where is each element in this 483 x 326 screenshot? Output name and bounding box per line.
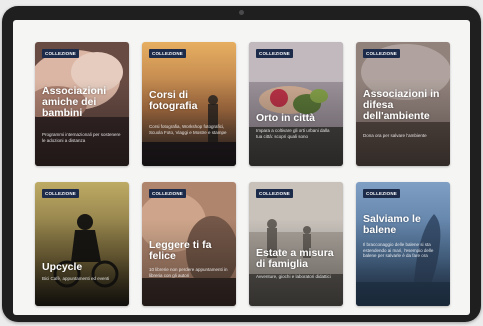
- card-description: Programmi internazionali per sostenere l…: [42, 132, 121, 143]
- camera-dot: [239, 10, 244, 15]
- tablet-frame: COLLEZIONE Associazioni amiche dei bambi…: [2, 6, 481, 322]
- collection-card-associazioni-ambiente[interactable]: COLLEZIONE Associazioni in difesa dell'a…: [356, 42, 450, 166]
- card-description: 10 librerie non perdere appuntamenti in …: [149, 267, 228, 278]
- card-title: Leggere ti fa felice: [149, 239, 212, 262]
- collection-card-leggere[interactable]: COLLEZIONE Leggere ti fa felice 10 libre…: [142, 182, 236, 306]
- collection-badge: COLLEZIONE: [256, 189, 293, 198]
- card-description: Dona ora per salvare l'ambiente: [363, 133, 427, 138]
- card-description: Avventure, giochi e laboratori didattici: [256, 274, 331, 279]
- collection-badge: COLLEZIONE: [363, 189, 400, 198]
- collection-card-salviamo-balene[interactable]: COLLEZIONE Salviamo le balene Il braccon…: [356, 182, 450, 306]
- collection-badge: COLLEZIONE: [149, 49, 186, 58]
- card-title: Salviamo le balene: [363, 213, 421, 236]
- collection-badge: COLLEZIONE: [149, 189, 186, 198]
- collection-badge: COLLEZIONE: [363, 49, 400, 58]
- card-overlay: [35, 182, 129, 306]
- collection-card-upcycle[interactable]: COLLEZIONE Upcycle Bici Cafè, appuntamen…: [35, 182, 129, 306]
- card-title: Orto in città: [256, 112, 315, 124]
- card-description: Impara a coltivare gli orti urbani dalla…: [256, 128, 330, 139]
- collection-card-orto-citta[interactable]: COLLEZIONE Orto in città Impara a coltiv…: [249, 42, 343, 166]
- collection-badge: COLLEZIONE: [42, 189, 79, 198]
- card-description: Bici Cafè, appuntamenti ed eventi: [42, 276, 110, 281]
- collection-card-associazioni-bambini[interactable]: COLLEZIONE Associazioni amiche dei bambi…: [35, 42, 129, 166]
- card-title: Estate a misura di famiglia: [256, 247, 334, 270]
- collections-grid: COLLEZIONE Associazioni amiche dei bambi…: [35, 42, 450, 306]
- collection-card-estate-famiglia[interactable]: COLLEZIONE Estate a misura di famiglia A…: [249, 182, 343, 306]
- card-description: Corsi fotografia, Workshop fotografici, …: [149, 124, 227, 135]
- card-title: Corsi di fotografia: [149, 89, 198, 112]
- screen: COLLEZIONE Associazioni amiche dei bambi…: [13, 20, 470, 315]
- card-title: Associazioni amiche dei bambini: [42, 85, 107, 119]
- collection-badge: COLLEZIONE: [256, 49, 293, 58]
- card-overlay: [249, 182, 343, 306]
- card-title: Associazioni in difesa dell'ambiente: [363, 88, 440, 122]
- card-title: Upcycle: [42, 261, 83, 273]
- card-overlay: [249, 42, 343, 166]
- card-description: Il bracconaggio delle balene si sta este…: [363, 242, 434, 259]
- collection-card-corsi-fotografia[interactable]: COLLEZIONE Corsi di fotografia Corsi fot…: [142, 42, 236, 166]
- collection-badge: COLLEZIONE: [42, 49, 79, 58]
